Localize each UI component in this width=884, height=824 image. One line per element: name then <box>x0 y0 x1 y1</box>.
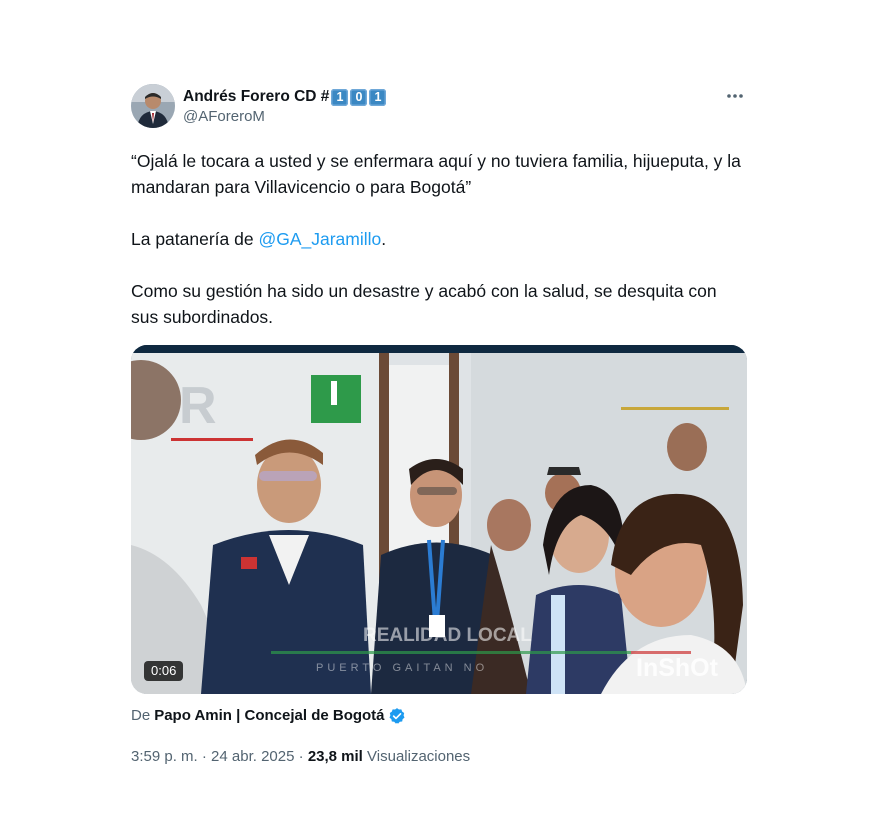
video-overlay-watermark: REALIDAD LOCAL <box>363 625 532 646</box>
meta-separator: · <box>298 748 304 765</box>
verified-badge-icon <box>389 708 405 724</box>
display-name-text: Andrés Forero CD # <box>183 88 330 105</box>
tweet-header: Andrés Forero CD # 1 0 1 @AForeroM <box>131 84 747 132</box>
tweet-mention-paragraph: La patanería de @GA_Jaramillo. <box>131 226 747 252</box>
mention-link[interactable]: @GA_Jaramillo <box>258 229 381 249</box>
video-thumbnail: R REALIDAD LOCAL PUERTO GAITAN NO InShOt <box>131 345 747 694</box>
video-overlay-ticker: PUERTO GAITAN NO <box>316 662 488 674</box>
mention-prefix: La patanería de <box>131 229 259 249</box>
tweet-date[interactable]: 24 abr. 2025 <box>211 748 294 765</box>
more-horizontal-icon[interactable] <box>723 86 747 106</box>
views-label: Visualizaciones <box>367 748 471 765</box>
author-avatar[interactable] <box>131 84 175 128</box>
video-source-attribution: De Papo Amin | Concejal de Bogotá <box>131 706 747 726</box>
tweet-card[interactable]: Andrés Forero CD # 1 0 1 @AForeroM “Ojal… <box>131 84 747 767</box>
keycap-digit-icon: 1 <box>369 88 387 106</box>
keycap-digit-icon: 0 <box>350 88 368 106</box>
meta-separator: · <box>201 748 207 765</box>
author-display-name[interactable]: Andrés Forero CD # 1 0 1 <box>183 87 387 107</box>
author-names: Andrés Forero CD # 1 0 1 @AForeroM <box>183 87 387 127</box>
author-handle[interactable]: @AForeroM <box>183 107 386 127</box>
tweet-quote-paragraph: “Ojalá le tocara a usted y se enfermara … <box>131 151 741 197</box>
source-account-link[interactable]: Papo Amin | Concejal de Bogotá <box>154 706 384 726</box>
source-prefix: De <box>131 707 151 724</box>
logo-letter: R <box>179 377 217 435</box>
video-player[interactable]: R REALIDAD LOCAL PUERTO GAITAN NO InShOt… <box>131 345 747 694</box>
app-watermark: InShOt <box>636 654 719 682</box>
tweet-metadata: 3:59 p. m. · 24 abr. 2025 · 23,8 mil Vis… <box>131 747 747 767</box>
video-duration-badge: 0:06 <box>144 661 184 681</box>
tweet-time[interactable]: 3:59 p. m. <box>131 748 198 765</box>
tweet-paragraph-3: Como su gestión ha sido un desastre y ac… <box>131 281 717 327</box>
views-count[interactable]: 23,8 mil <box>308 748 363 765</box>
tweet-text: “Ojalá le tocara a usted y se enfermara … <box>131 148 747 330</box>
mention-suffix: . <box>381 229 387 249</box>
keycap-digit-icon: 1 <box>331 88 349 106</box>
